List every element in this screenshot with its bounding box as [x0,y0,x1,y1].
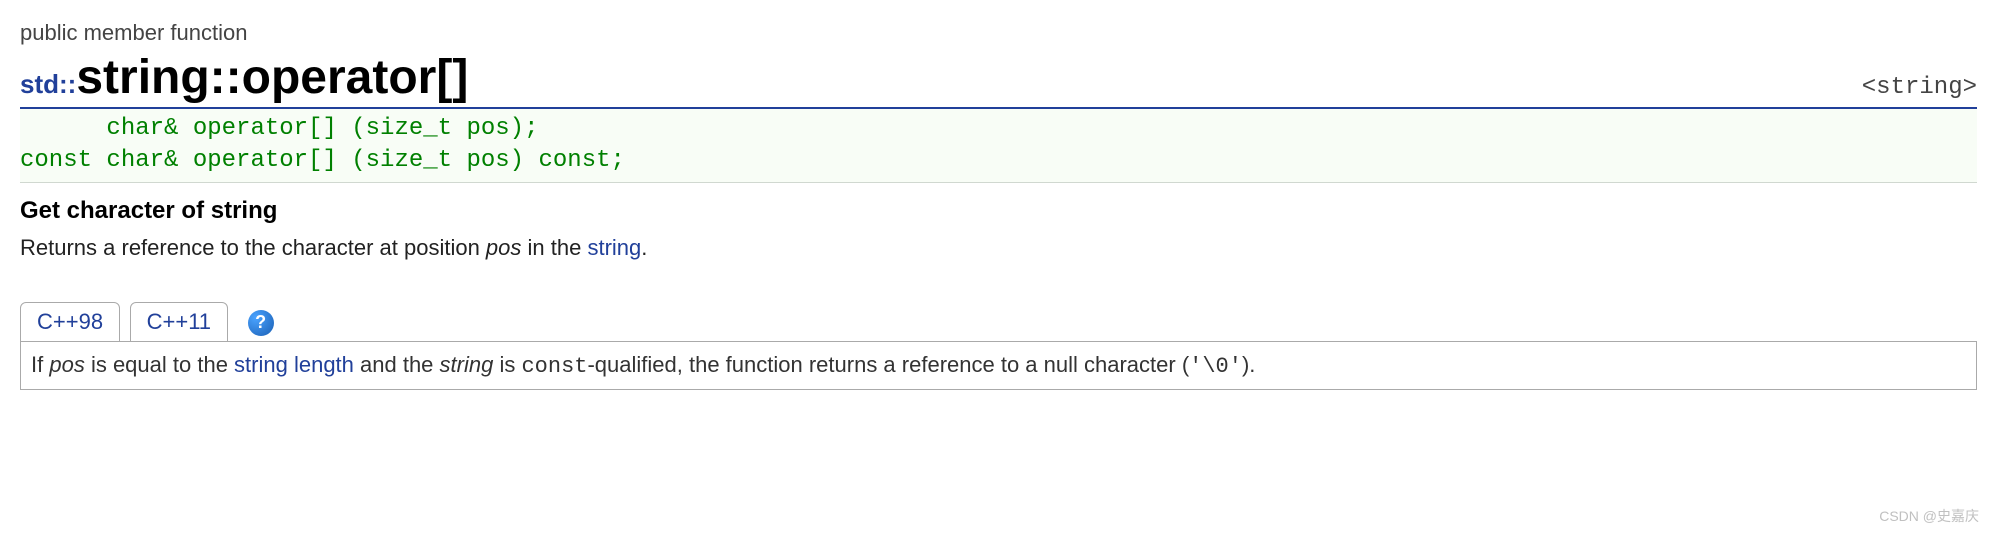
code-null: '\0' [1189,354,1242,379]
tabs-container: C++98 C++11 ? [20,301,1977,341]
tab-content: If pos is equal to the string length and… [20,341,1977,390]
section-heading: Get character of string [20,197,1977,225]
content-text: If [31,352,49,377]
page-title: std::string::operator[] [20,50,468,105]
prototype-block: char& operator[] (size_t pos); const cha… [20,109,1977,183]
desc-text: Returns a reference to the character at … [20,235,486,260]
desc-text: in the [521,235,587,260]
separator: :: [210,51,242,104]
desc-text: . [641,235,647,260]
param-string: string [440,352,494,377]
help-icon[interactable]: ? [248,310,274,336]
header-file: <string> [1862,74,1977,101]
namespace: std:: [20,69,76,99]
title-row: std::string::operator[] <string> [20,50,1977,109]
description: Returns a reference to the character at … [20,235,1977,261]
watermark: CSDN @史嘉庆 [1879,506,1979,526]
content-text: is equal to the [85,352,234,377]
string-link[interactable]: string [587,235,641,260]
prototype-line: const char& operator[] (size_t pos) cons… [20,147,625,174]
string-length-link[interactable]: string length [234,352,354,377]
category-label: public member function [20,20,1977,46]
tab-cpp11[interactable]: C++11 [130,302,228,342]
tab-cpp98[interactable]: C++98 [20,302,120,342]
content-text: ). [1242,352,1255,377]
content-text: is [493,352,521,377]
content-text: and the [354,352,440,377]
code-const: const [521,354,587,379]
prototype-line: char& operator[] (size_t pos); [20,115,538,142]
member-name: operator[] [242,51,469,104]
param-pos: pos [49,352,84,377]
param-pos: pos [486,235,521,260]
content-text: -qualified, the function returns a refer… [587,352,1189,377]
class-name: string [76,51,209,104]
